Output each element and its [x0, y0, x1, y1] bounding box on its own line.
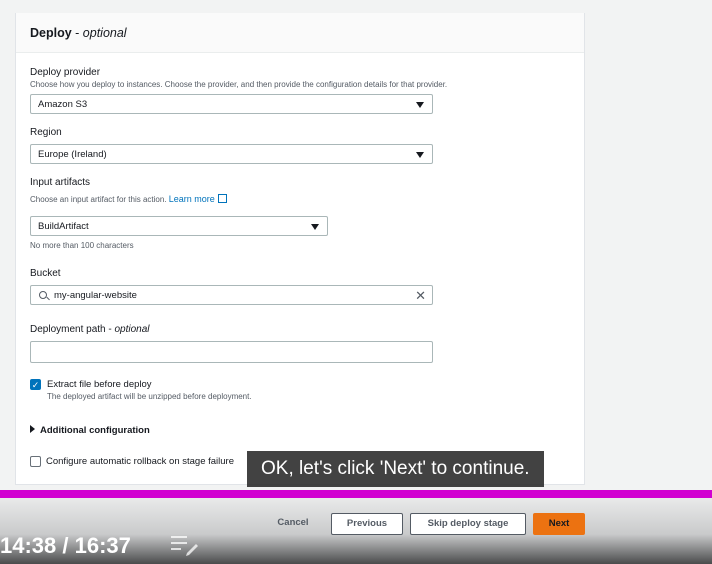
- caret-right-icon: [30, 425, 35, 433]
- extract-description: The deployed artifact will be unzipped b…: [47, 392, 252, 401]
- caret-down-icon: [416, 152, 424, 158]
- deploy-provider-value: Amazon S3: [38, 99, 88, 110]
- cancel-button[interactable]: Cancel: [270, 513, 316, 535]
- external-link-icon: [217, 194, 227, 203]
- deployment-path-label: Deployment path - optional: [30, 324, 150, 335]
- bucket-label: Bucket: [30, 268, 61, 279]
- region-label: Region: [30, 127, 62, 138]
- clear-icon[interactable]: ✕: [415, 288, 426, 304]
- video-progress-bar[interactable]: [0, 490, 712, 498]
- extract-checkbox[interactable]: ✓: [30, 379, 41, 390]
- deploy-panel: Deploy - optional Deploy provider Choose…: [15, 13, 585, 485]
- deployment-path-input[interactable]: [30, 341, 433, 363]
- region-value: Europe (Ireland): [38, 149, 107, 160]
- video-time: 14:38 / 16:37: [0, 533, 131, 558]
- caret-down-icon: [311, 224, 319, 230]
- playlist-edit-icon[interactable]: [170, 533, 200, 557]
- deploy-provider-label: Deploy provider: [30, 67, 101, 78]
- previous-button[interactable]: Previous: [331, 513, 403, 535]
- input-artifact-value: BuildArtifact: [38, 221, 89, 232]
- section-title-suffix: optional: [82, 26, 127, 40]
- deploy-provider-description: Choose how you deploy to instances. Choo…: [30, 80, 448, 89]
- input-artifact-select[interactable]: BuildArtifact: [30, 216, 328, 236]
- bucket-search-input[interactable]: my-angular-website ✕: [30, 285, 433, 305]
- additional-config-toggle[interactable]: Additional configuration: [30, 425, 150, 436]
- caret-down-icon: [416, 102, 424, 108]
- section-title: Deploy: [30, 26, 72, 40]
- panel-header: Deploy - optional: [16, 13, 584, 53]
- rollback-label: Configure automatic rollback on stage fa…: [46, 456, 234, 467]
- extract-label: Extract file before deploy: [47, 379, 152, 390]
- rollback-checkbox[interactable]: [30, 456, 41, 467]
- input-artifacts-label: Input artifacts: [30, 177, 91, 188]
- bucket-value: my-angular-website: [54, 290, 137, 301]
- next-button[interactable]: Next: [533, 513, 585, 535]
- input-artifacts-description: Choose an input artifact for this action…: [30, 193, 227, 204]
- input-artifact-hint: No more than 100 characters: [30, 241, 134, 250]
- video-caption: OK, let's click 'Next' to continue.: [247, 451, 544, 487]
- region-select[interactable]: Europe (Ireland): [30, 144, 433, 164]
- search-icon: [39, 291, 47, 299]
- deploy-provider-select[interactable]: Amazon S3: [30, 94, 433, 114]
- learn-more-link[interactable]: Learn more: [169, 194, 215, 204]
- skip-deploy-stage-button[interactable]: Skip deploy stage: [410, 513, 526, 535]
